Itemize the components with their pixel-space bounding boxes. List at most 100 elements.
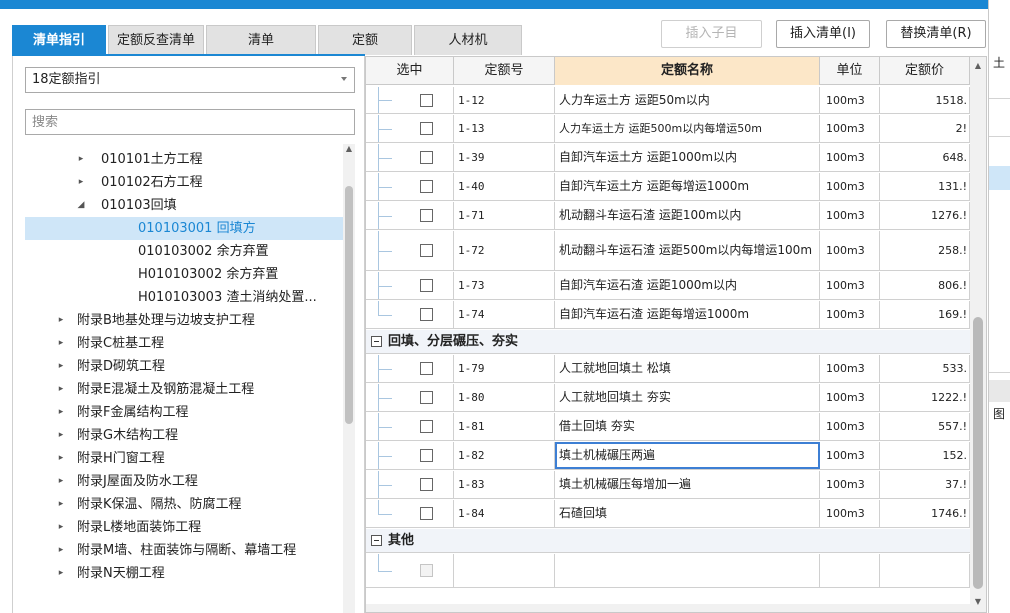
select-cell[interactable] — [366, 144, 454, 171]
select-cell[interactable] — [366, 231, 454, 270]
row-checkbox[interactable] — [419, 308, 433, 321]
row-checkbox[interactable] — [419, 362, 433, 375]
scroll-up-icon[interactable]: ▲ — [345, 144, 353, 154]
tab-list[interactable]: 清单 — [206, 25, 316, 55]
row-checkbox[interactable] — [419, 244, 433, 257]
table-row[interactable]: 1-74 自卸汽车运石渣 运距每增运1000m 100m3 169.! — [366, 301, 970, 329]
tree-expand-icon[interactable]: ▸ — [55, 378, 67, 401]
select-cell[interactable] — [366, 413, 454, 440]
table-row[interactable]: 1-83 填土机械碾压每增加一遍 100m3 37.! — [366, 471, 970, 499]
tree-node[interactable]: ▸ 附录M墙、柱面装饰与隔断、幕墙工程 — [25, 539, 345, 562]
column-header-select[interactable]: 选中 — [366, 57, 454, 85]
tree-scrollbar-thumb[interactable] — [345, 186, 353, 424]
tree-node[interactable]: ▸ 附录B地基处理与边坡支护工程 — [25, 309, 345, 332]
tree-node-selected[interactable]: 010103001 回填方 — [25, 217, 345, 240]
row-checkbox[interactable] — [419, 209, 433, 222]
row-checkbox[interactable] — [419, 279, 433, 292]
tree-expand-icon[interactable]: ▸ — [55, 424, 67, 447]
chevron-down-icon[interactable] — [341, 77, 347, 81]
select-cell[interactable] — [366, 87, 454, 113]
table-row[interactable]: 1-84 石碴回填 100m3 1746.! — [366, 500, 970, 528]
row-checkbox[interactable] — [419, 122, 433, 135]
replace-list-button[interactable]: 替换清单(R) — [886, 20, 986, 48]
table-row[interactable]: 1-39 自卸汽车运土方 运距1000m以内 100m3 648. — [366, 144, 970, 172]
tree-expand-icon[interactable]: ▸ — [55, 562, 67, 585]
tree-node[interactable]: ▸ 附录H门窗工程 — [25, 447, 345, 470]
tab-labor-material-machine[interactable]: 人材机 — [414, 25, 522, 55]
table-row[interactable]: 1-72 机动翻斗车运石渣 运距500m以内每增运100m 100m3 258.… — [366, 231, 970, 271]
row-checkbox[interactable] — [419, 449, 433, 462]
row-checkbox[interactable] — [419, 507, 433, 520]
group-row[interactable]: 回填、分层碾压、夯实 — [366, 330, 970, 354]
tree-node[interactable]: ▸ 附录N天棚工程 — [25, 562, 345, 585]
tree-expand-icon[interactable]: ▸ — [55, 355, 67, 378]
tree-collapse-icon[interactable]: ◢ — [75, 194, 87, 217]
tree-expand-icon[interactable]: ▸ — [75, 148, 87, 171]
search-input[interactable] — [25, 109, 355, 135]
grid-scrollbar-thumb[interactable] — [973, 317, 983, 589]
insert-list-button[interactable]: 插入清单(I) — [776, 20, 870, 48]
table-row[interactable]: 1-13 人力车运土方 运距500m以内每增运50m 100m3 2! — [366, 115, 970, 143]
column-header-name[interactable]: 定额名称 — [555, 57, 820, 85]
tree-node[interactable]: ▸ 附录G木结构工程 — [25, 424, 345, 447]
row-checkbox[interactable] — [419, 180, 433, 193]
tree-expand-icon[interactable]: ▸ — [75, 171, 87, 194]
select-cell[interactable] — [366, 272, 454, 299]
tree-expand-icon[interactable]: ▸ — [55, 309, 67, 332]
tree-expand-icon[interactable]: ▸ — [55, 539, 67, 562]
tree-node[interactable]: H010103002 余方弃置 — [25, 263, 345, 286]
column-header-code[interactable]: 定额号 — [454, 57, 555, 85]
group-row[interactable]: 其他 — [366, 529, 970, 553]
tree-node[interactable]: ▸ 010102石方工程 — [25, 171, 345, 194]
collapse-icon[interactable] — [371, 535, 382, 546]
scroll-up-icon[interactable]: ▲ — [973, 61, 983, 70]
tree-node[interactable]: ▸ 附录J屋面及防水工程 — [25, 470, 345, 493]
insert-child-button[interactable]: 插入子目 — [661, 20, 762, 48]
table-row[interactable]: 1-40 自卸汽车运土方 运距每增运1000m 100m3 131.! — [366, 173, 970, 201]
guide-dropdown[interactable]: 18定额指引 — [25, 67, 355, 93]
select-cell[interactable] — [366, 173, 454, 200]
tree-node[interactable]: ▸ 010101土方工程 — [25, 148, 345, 171]
tree-expand-icon[interactable]: ▸ — [55, 516, 67, 539]
table-row[interactable]: 1-79 人工就地回填土 松填 100m3 533. — [366, 355, 970, 383]
table-row[interactable]: 1-80 人工就地回填土 夯实 100m3 1222.! — [366, 384, 970, 412]
row-checkbox[interactable] — [419, 151, 433, 164]
select-cell[interactable] — [366, 554, 454, 587]
table-row[interactable]: 1-71 机动翻斗车运石渣 运距100m以内 100m3 1276.! — [366, 202, 970, 230]
select-cell[interactable] — [366, 202, 454, 229]
tab-quota[interactable]: 定额 — [318, 25, 412, 55]
tree-expand-icon[interactable]: ▸ — [55, 493, 67, 516]
collapse-icon[interactable] — [371, 336, 382, 347]
tree-node[interactable]: 010103002 余方弃置 — [25, 240, 345, 263]
tree-expand-icon[interactable]: ▸ — [55, 332, 67, 355]
row-checkbox[interactable] — [419, 478, 433, 491]
tab-quota-reverse-lookup[interactable]: 定额反查清单 — [108, 25, 204, 55]
tree-node[interactable]: ▸ 附录L楼地面装饰工程 — [25, 516, 345, 539]
table-row[interactable]: 1-73 自卸汽车运石渣 运距1000m以内 100m3 806.! — [366, 272, 970, 300]
row-checkbox[interactable] — [419, 420, 433, 433]
select-cell[interactable] — [366, 115, 454, 142]
row-checkbox[interactable] — [419, 93, 433, 107]
tree-node[interactable]: H010103003 渣土消纳处置... — [25, 286, 345, 309]
right-panel-selected-row[interactable] — [989, 166, 1010, 190]
tree-node[interactable]: ▸ 附录D砌筑工程 — [25, 355, 345, 378]
name-cell-editing[interactable]: 填土机械碾压两遍 — [555, 442, 820, 469]
tree-node[interactable]: ▸ 附录F金属结构工程 — [25, 401, 345, 424]
table-row[interactable]: 1-82 填土机械碾压两遍 100m3 152. — [366, 442, 970, 470]
table-row[interactable] — [366, 554, 970, 588]
select-cell[interactable] — [366, 442, 454, 469]
tree-expand-icon[interactable]: ▸ — [55, 401, 67, 424]
tree-expand-icon[interactable]: ▸ — [55, 447, 67, 470]
select-cell[interactable] — [366, 301, 454, 328]
scroll-down-icon[interactable]: ▼ — [973, 597, 983, 606]
row-checkbox[interactable] — [419, 564, 433, 577]
tree-node[interactable]: ▸ 附录K保温、隔热、防腐工程 — [25, 493, 345, 516]
tree-node[interactable]: ▸ 附录E混凝土及钢筋混凝土工程 — [25, 378, 345, 401]
table-row[interactable]: 1-12 人力车运土方 运距50m以内 100m3 1518. — [366, 87, 970, 114]
column-header-price[interactable]: 定额价 — [880, 57, 970, 85]
tree-expand-icon[interactable]: ▸ — [55, 470, 67, 493]
select-cell[interactable] — [366, 500, 454, 527]
tree-node[interactable]: ◢ 010103回填 — [25, 194, 345, 217]
tab-list-guide[interactable]: 清单指引 — [12, 25, 106, 55]
select-cell[interactable] — [366, 471, 454, 498]
